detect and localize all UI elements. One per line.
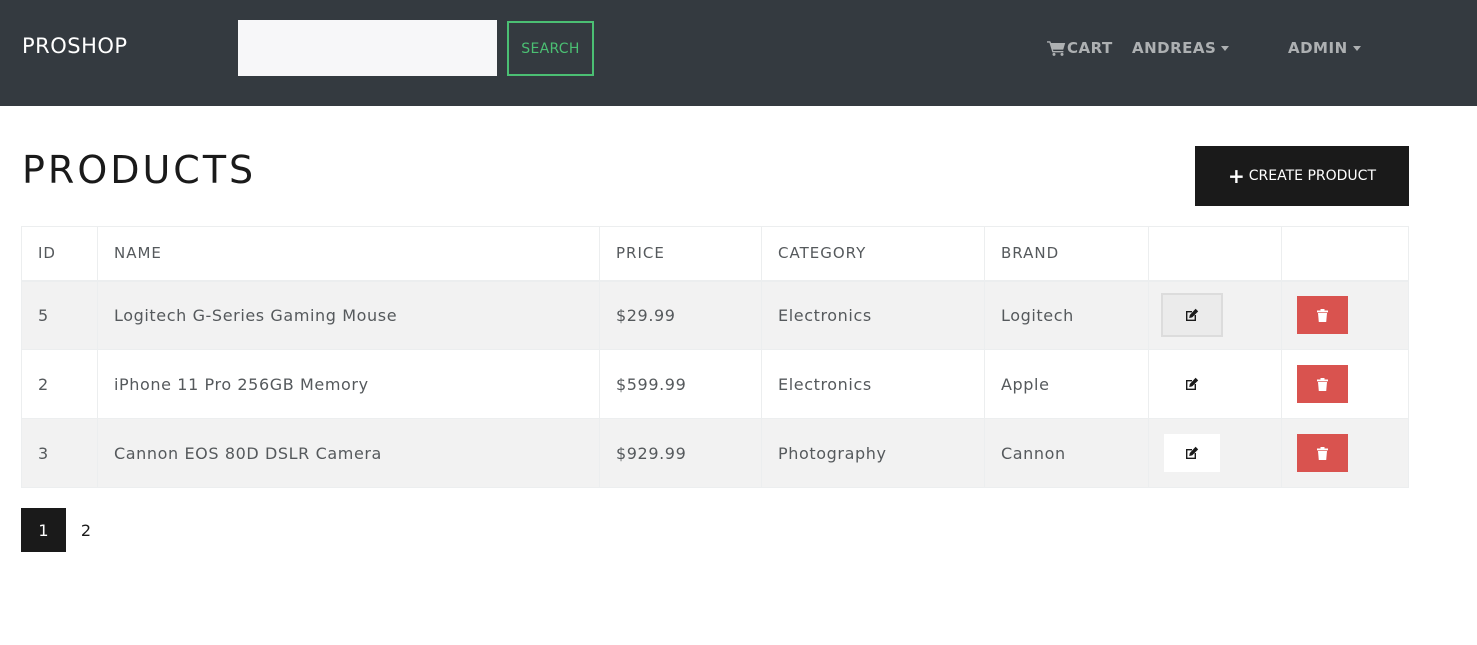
cell-edit	[1148, 280, 1282, 350]
create-product-label: CREATE PRODUCT	[1248, 168, 1376, 184]
delete-product-button[interactable]	[1297, 296, 1348, 335]
table-row: 2 iPhone 11 Pro 256GB Memory $599.99 Ele…	[21, 349, 1409, 419]
table-row: 5 Logitech G-Series Gaming Mouse $29.99 …	[21, 280, 1409, 350]
column-header-id: ID	[21, 226, 98, 282]
column-header-category: CATEGORY	[761, 226, 985, 282]
products-table: ID NAME PRICE CATEGORY BRAND 5 Logitech …	[21, 226, 1409, 488]
cell-brand: Logitech	[984, 280, 1149, 350]
cell-edit	[1148, 418, 1282, 488]
cell-delete	[1281, 349, 1409, 419]
delete-product-button[interactable]	[1297, 434, 1348, 472]
caret-down-icon	[1221, 45, 1230, 51]
cell-name: iPhone 11 Pro 256GB Memory	[97, 349, 600, 419]
edit-product-button[interactable]	[1161, 362, 1223, 406]
cell-delete	[1281, 418, 1409, 488]
cell-id: 2	[21, 349, 98, 419]
column-header-edit	[1148, 226, 1282, 282]
nav-cart-label: CART	[1067, 39, 1113, 57]
caret-down-icon	[1352, 45, 1361, 51]
cell-edit	[1148, 349, 1282, 419]
table-row: 3 Cannon EOS 80D DSLR Camera $929.99 Pho…	[21, 418, 1409, 488]
brand-logo[interactable]: PROSHOP	[22, 34, 128, 58]
page-link-1[interactable]: 1	[21, 508, 66, 552]
cell-category: Photography	[761, 418, 985, 488]
trash-icon	[1317, 377, 1328, 391]
column-header-brand: BRAND	[984, 226, 1149, 282]
cell-name: Cannon EOS 80D DSLR Camera	[97, 418, 600, 488]
search-button[interactable]: SEARCH	[507, 21, 594, 76]
cell-brand: Cannon	[984, 418, 1149, 488]
admin-menu-label: ADMIN	[1288, 39, 1348, 57]
delete-product-button[interactable]	[1297, 365, 1348, 403]
table-header-row: ID NAME PRICE CATEGORY BRAND	[21, 226, 1409, 282]
cell-id: 3	[21, 418, 98, 488]
edit-icon	[1186, 377, 1199, 390]
cell-name: Logitech G-Series Gaming Mouse	[97, 280, 600, 350]
edit-icon	[1186, 309, 1199, 322]
navbar: PROSHOP SEARCH CART ANDREAS ADMIN	[0, 0, 1477, 106]
search-input[interactable]	[238, 20, 497, 76]
edit-product-button[interactable]	[1164, 434, 1220, 472]
pagination: 1 2	[21, 508, 106, 552]
cell-price: $599.99	[599, 349, 762, 419]
cell-id: 5	[21, 280, 98, 350]
nav-cart-link[interactable]: CART	[1047, 38, 1113, 58]
user-menu-label: ANDREAS	[1132, 39, 1217, 57]
cell-delete	[1281, 280, 1409, 350]
create-product-button[interactable]: + CREATE PRODUCT	[1195, 146, 1409, 206]
cell-price: $929.99	[599, 418, 762, 488]
page-title: PRODUCTS	[22, 148, 257, 192]
column-header-delete	[1281, 226, 1409, 282]
trash-icon	[1317, 446, 1328, 460]
column-header-price: PRICE	[599, 226, 762, 282]
admin-menu-dropdown[interactable]: ADMIN	[1288, 38, 1361, 58]
user-menu-dropdown[interactable]: ANDREAS	[1132, 38, 1230, 58]
page-link-2[interactable]: 2	[66, 508, 106, 552]
edit-icon	[1186, 446, 1199, 459]
cell-brand: Apple	[984, 349, 1149, 419]
shopping-cart-icon	[1047, 41, 1066, 56]
cell-category: Electronics	[761, 280, 985, 350]
cell-category: Electronics	[761, 349, 985, 419]
trash-icon	[1317, 308, 1328, 322]
cell-price: $29.99	[599, 280, 762, 350]
edit-product-button[interactable]	[1161, 293, 1223, 338]
plus-icon: +	[1228, 164, 1245, 188]
column-header-name: NAME	[97, 226, 600, 282]
